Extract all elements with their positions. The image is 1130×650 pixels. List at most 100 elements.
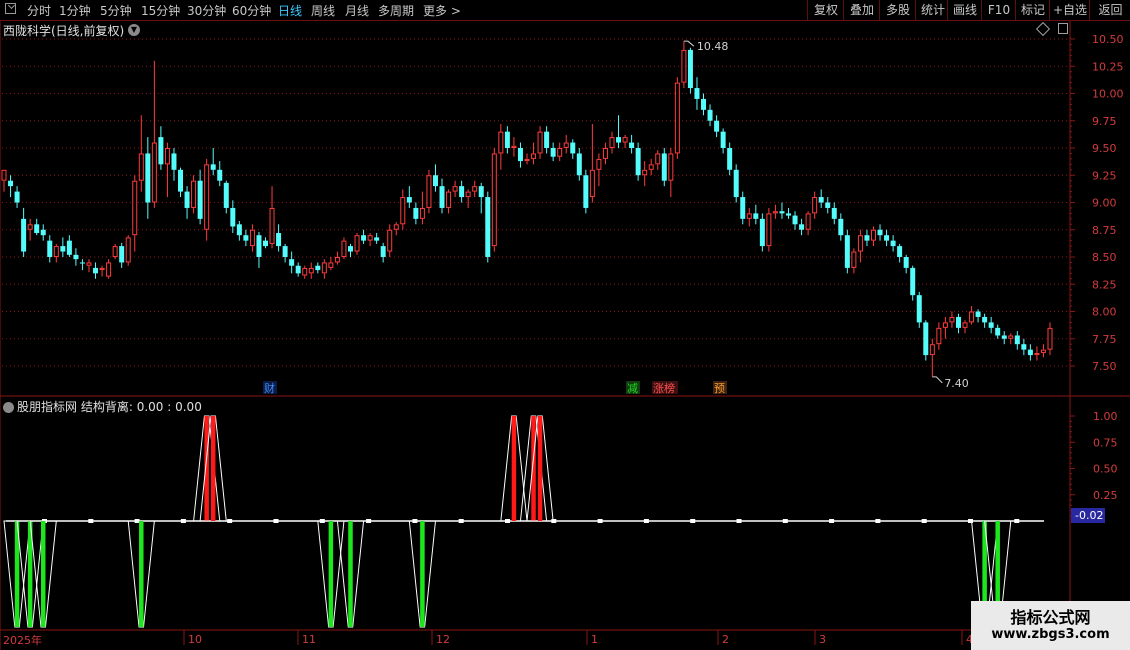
price-grid xyxy=(2,38,1070,367)
indicator-title: 股朋指标网 结构背离: 0.00 : 0.00 xyxy=(3,398,202,415)
watermark-title: 指标公式网 xyxy=(1010,608,1091,627)
candle xyxy=(60,237,66,257)
candle xyxy=(995,324,1001,339)
candle xyxy=(517,142,523,168)
candle xyxy=(73,248,79,266)
candle xyxy=(289,251,295,274)
candle xyxy=(511,137,517,157)
candle xyxy=(1027,344,1033,361)
baseline-dot xyxy=(829,519,835,523)
candle xyxy=(642,161,648,187)
marker-forecast[interactable]: 预 xyxy=(714,382,725,395)
candle xyxy=(504,126,510,154)
indicator-tick-label: 0.25 xyxy=(1093,489,1118,502)
candle xyxy=(276,224,282,252)
event-markers: 财 减 涨榜 预 xyxy=(263,381,727,395)
candle xyxy=(1008,333,1014,345)
candle xyxy=(622,134,628,148)
indicator-tick-label: 1.00 xyxy=(1093,410,1118,423)
candle xyxy=(53,243,59,263)
candle xyxy=(740,191,746,225)
time-tick-label: 2 xyxy=(722,633,729,646)
candle xyxy=(583,169,589,214)
candle xyxy=(720,128,726,154)
candle xyxy=(282,243,288,263)
price-tick-label: 9.50 xyxy=(1092,142,1117,155)
candle xyxy=(799,218,805,236)
time-tick-label: 3 xyxy=(819,633,826,646)
price-tick-label: 10.50 xyxy=(1092,33,1124,46)
candle xyxy=(733,164,739,203)
time-tick-label: 12 xyxy=(436,633,450,646)
candle xyxy=(844,229,850,274)
candle xyxy=(432,164,438,192)
candle xyxy=(374,233,380,244)
candle xyxy=(805,211,811,236)
year-label: 2025年 xyxy=(3,634,42,647)
candle xyxy=(609,131,615,154)
candle xyxy=(857,229,863,263)
candle xyxy=(328,257,334,271)
candle xyxy=(119,242,125,268)
candle xyxy=(936,322,942,350)
candle xyxy=(465,189,471,208)
price-tick-label: 7.75 xyxy=(1092,333,1117,346)
indicator-tick-label: 0.50 xyxy=(1093,463,1118,476)
candle xyxy=(570,139,576,159)
red-pulse xyxy=(519,415,548,522)
chart-title: 西陇科学(日线,前复权) xyxy=(3,24,125,38)
marker-reduce[interactable]: 减 xyxy=(627,382,638,395)
marker-limitup[interactable]: 涨榜 xyxy=(653,381,675,395)
candle xyxy=(792,211,798,230)
candle xyxy=(413,202,419,225)
red-pulse xyxy=(199,415,227,522)
candle xyxy=(204,158,210,241)
time-tick-label: 11 xyxy=(302,633,316,646)
candle xyxy=(969,306,975,325)
candle xyxy=(616,115,622,148)
candle xyxy=(681,41,687,89)
candle xyxy=(988,316,994,334)
baseline-dot xyxy=(273,519,279,523)
candle xyxy=(629,134,635,154)
chevron-down-icon[interactable]: ▼ xyxy=(128,24,140,36)
candle xyxy=(531,142,537,165)
candle xyxy=(1047,322,1053,356)
candle xyxy=(230,200,236,234)
kline-chart[interactable]: 10.5010.2510.009.759.509.259.008.758.508… xyxy=(0,0,1130,650)
baseline-dot xyxy=(782,519,788,523)
candle xyxy=(178,167,184,198)
candle xyxy=(472,180,478,198)
candle xyxy=(27,218,33,241)
watermark-url: www.zbgs3.com xyxy=(991,627,1110,642)
baseline-dot xyxy=(180,519,186,523)
candle xyxy=(1021,338,1027,356)
candle xyxy=(825,197,831,214)
panel-toggle-icon[interactable] xyxy=(1058,23,1068,34)
candle xyxy=(674,77,680,159)
chevron-down-icon[interactable] xyxy=(3,402,14,413)
baseline-dot xyxy=(366,519,372,523)
candle xyxy=(393,222,399,236)
candle xyxy=(14,186,20,208)
candle xyxy=(955,313,961,334)
price-tick-label: 9.75 xyxy=(1092,115,1117,128)
baseline-dot xyxy=(736,519,742,523)
candle xyxy=(916,291,922,328)
candle xyxy=(890,235,896,252)
baseline-dot xyxy=(458,519,464,523)
candle xyxy=(21,207,27,257)
low-price-label: 7.40 xyxy=(944,377,969,390)
candle xyxy=(459,180,465,203)
marker-earnings[interactable]: 财 xyxy=(264,381,275,395)
candle xyxy=(315,262,321,274)
red-pulse xyxy=(193,415,221,522)
candle xyxy=(602,142,608,165)
candle xyxy=(452,180,458,198)
candle xyxy=(361,229,367,244)
high-price-label: 10.48 xyxy=(697,40,729,53)
candle xyxy=(439,178,445,214)
time-tick-label: 1 xyxy=(591,633,598,646)
green-pulse xyxy=(336,520,365,628)
candle xyxy=(727,142,733,176)
